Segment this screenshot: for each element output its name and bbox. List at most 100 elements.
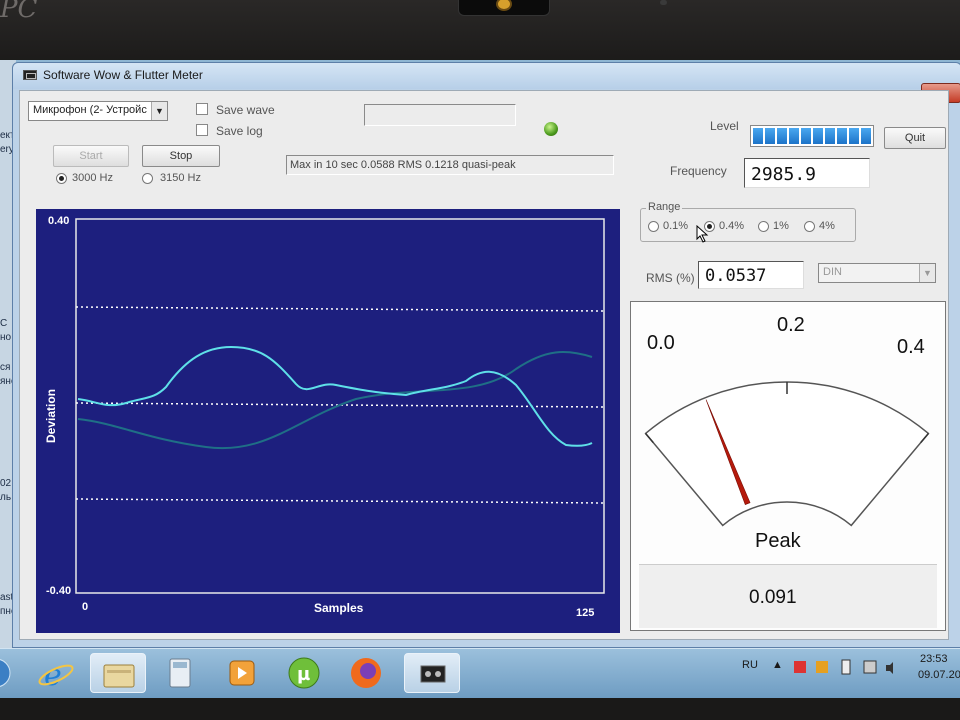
range-0-1-radio[interactable] [648,221,659,232]
level-segment [849,128,859,144]
window-titlebar[interactable]: Software Wow & Flutter Meter [13,63,960,89]
y-axis-title: Deviation [44,388,59,444]
freq-3150-radio[interactable] [142,173,153,184]
level-segment [777,128,787,144]
progress-field [364,104,516,126]
volume-icon [886,662,893,674]
input-device-select[interactable]: Микрофон (2- Устройс ▼ [28,101,168,121]
range-4-label: 4% [819,220,835,232]
rms-readout: 0.0537 [698,261,804,289]
status-field: Max in 10 sec 0.0588 RMS 0.1218 quasi-pe… [286,155,614,175]
peak-meter: 0.0 0.2 0.4 Peak 0.091 [630,301,946,631]
deviation-plot [75,218,605,594]
meter-arc [644,381,930,527]
webcam-housing [458,0,550,16]
level-label: Level [710,119,739,133]
meter-value: 0.091 [749,587,797,608]
range-0-4-label: 0.4% [719,220,745,232]
tape-icon [23,70,37,80]
start-orb-icon[interactable] [0,655,12,691]
tray-expand-icon[interactable]: ▲ [772,659,783,671]
action-center-icon [794,661,806,673]
quit-button[interactable]: Quit [884,127,946,149]
status-text: Max in 10 sec 0.0588 RMS 0.1218 quasi-pe… [290,159,516,171]
meter-value-panel: 0.091 [639,564,937,628]
x-axis-title: Samples [314,601,364,615]
frequency-readout: 2985.9 [744,158,870,188]
range-label: Range [646,201,683,213]
laptop-bezel: PC [0,0,960,62]
range-0-1-label: 0.1% [663,220,689,232]
save-wave-checkbox[interactable] [196,103,208,115]
range-4-radio[interactable] [804,221,815,232]
grid-line [75,498,605,504]
level-segment [825,128,835,144]
taskbar-ie[interactable]: e [30,653,86,693]
laptop-bezel-bottom [0,698,960,720]
calculator-icon [169,658,191,688]
meter-scale-label-mid: 0.2 [777,314,805,336]
deviation-graph: 0.40 -0.40 Deviation 0 125 Samples [36,209,620,633]
chevron-down-icon[interactable]: ▼ [151,102,167,120]
save-wave-label: Save wave [216,103,275,117]
network-icon [863,660,877,674]
level-segment [765,128,775,144]
secondary-trace [77,351,593,450]
svg-text:e: e [44,658,62,693]
ie-icon: e [38,658,74,693]
taskbar-firefox[interactable] [338,653,394,693]
bezel-screw [660,0,667,5]
window-client-area: Микрофон (2- Устройс ▼ Save wave Save lo… [19,90,949,640]
language-indicator[interactable]: RU [742,659,758,671]
taskbar-media[interactable] [214,653,270,693]
frequency-label: Frequency [670,164,727,178]
y-max-label: 0.40 [48,215,70,227]
chevron-down-icon[interactable]: ▼ [919,264,935,282]
status-led-icon [544,122,558,136]
file-explorer-icon [103,664,135,688]
security-icon [816,661,828,673]
taskbar-wow-flutter[interactable] [404,653,460,693]
taskbar-explorer[interactable] [90,653,146,693]
media-player-icon [229,660,255,686]
taskbar-calculator[interactable] [152,653,208,693]
taskbar: e µ RU ▲ 23:53 09.07.20 [0,648,960,698]
stop-button[interactable]: Stop [142,145,220,167]
window-title: Software Wow & Flutter Meter [43,68,203,82]
range-1-label: 1% [773,220,789,232]
clock-time[interactable]: 23:53 [920,653,948,665]
battery-icon [841,659,851,675]
level-segment [753,128,763,144]
level-segment [789,128,799,144]
meter-mode-label: Peak [755,530,801,552]
weighting-select[interactable]: DIN ▼ [818,263,936,283]
save-log-label: Save log [216,124,263,138]
x-max-label: 125 [576,607,595,619]
svg-text:µ: µ [297,664,310,685]
freq-3000-label: 3000 Hz [72,172,113,184]
input-device-value: Микрофон (2- Устройс [33,104,147,116]
primary-trace [77,345,593,447]
save-log-checkbox[interactable] [196,124,208,136]
wow-flutter-icon [420,665,446,683]
range-1-radio[interactable] [758,221,769,232]
utorrent-icon: µ [288,657,320,689]
freq-3000-radio[interactable] [56,173,67,184]
taskbar-utorrent[interactable]: µ [276,653,332,693]
firefox-icon [351,658,381,688]
rms-label: RMS (%) [646,271,695,285]
freq-3150-label: 3150 Hz [160,172,201,184]
level-segment [801,128,811,144]
clock-date[interactable]: 09.07.20 [918,669,960,681]
level-segment [813,128,823,144]
meter-scale-label-min: 0.0 [647,332,675,354]
level-meter [750,125,874,147]
webcam-icon [496,0,512,11]
start-button[interactable]: Start [53,145,129,167]
laptop-brand: PC [0,0,38,24]
mouse-cursor-icon [696,225,709,243]
x-min-label: 0 [82,601,89,613]
screen: ект ery С но ся яно 02 ль аst пно Softwa… [0,60,960,698]
grid-line [75,306,605,312]
weighting-value: DIN [823,266,842,278]
